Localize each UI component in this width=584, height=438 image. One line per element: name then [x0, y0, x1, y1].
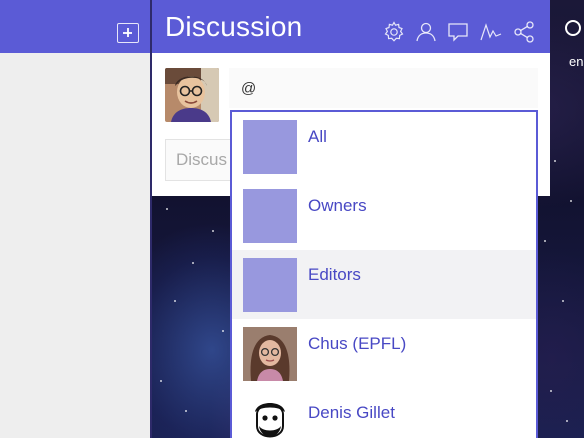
search-icon[interactable] [565, 20, 581, 36]
group-thumbnail [243, 258, 297, 312]
mention-item-denis[interactable]: Denis Gillet [232, 388, 536, 438]
mention-label: All [308, 127, 327, 146]
gear-icon[interactable] [382, 20, 406, 44]
mention-item-owners[interactable]: Owners [232, 181, 536, 250]
mention-item-all[interactable]: All [232, 112, 536, 181]
mention-item-chus[interactable]: Chus (EPFL) [232, 319, 536, 388]
user-icon[interactable] [414, 20, 438, 44]
avatar [243, 327, 297, 381]
mention-item-editors[interactable]: Editors [232, 250, 536, 319]
activity-icon[interactable] [479, 20, 503, 44]
mention-label: Chus (EPFL) [308, 334, 407, 353]
mention-label: Owners [308, 196, 367, 215]
page-title: Discussion [165, 11, 303, 42]
mention-label: Denis Gillet [308, 403, 395, 422]
comment-input[interactable] [229, 68, 538, 108]
plus-square-icon[interactable] [117, 23, 139, 43]
avatar [165, 68, 219, 122]
group-thumbnail [243, 189, 297, 243]
comment-icon[interactable] [446, 20, 470, 44]
discussion-header: Discussion [152, 0, 550, 53]
mention-dropdown: All Owners Editors Chus (EPFL) Denis Gil… [230, 110, 538, 438]
avatar [243, 396, 297, 438]
group-thumbnail [243, 120, 297, 174]
right-strip: en [550, 0, 584, 438]
right-strip-text: en [569, 54, 584, 69]
mention-label: Editors [308, 265, 361, 284]
left-header [0, 0, 150, 53]
discussion-field-text: Discus [176, 150, 228, 169]
left-panel [0, 0, 150, 438]
share-icon[interactable] [512, 20, 536, 44]
